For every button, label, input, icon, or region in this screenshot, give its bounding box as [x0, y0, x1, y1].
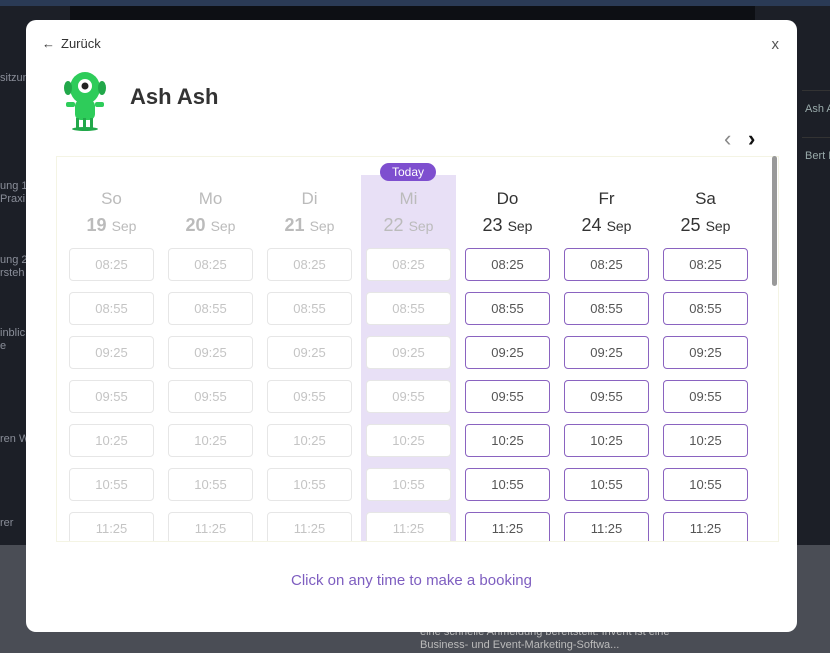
time-slot-button: 10:25: [69, 424, 154, 457]
time-slot-button[interactable]: 09:25: [663, 336, 748, 369]
time-slot-button: 08:25: [168, 248, 253, 281]
avatar: [64, 72, 106, 131]
time-slot-button: 08:55: [267, 292, 352, 325]
day-column-mo: Mo 20 Sep 08:25 08:55 09:25 09:55 10:25 10:55 11…: [163, 157, 258, 541]
time-slot-button: 08:25: [69, 248, 154, 281]
day-date: 24 Sep: [581, 215, 632, 235]
time-slot-button[interactable]: 11:25: [564, 512, 649, 541]
day-date: 21 Sep: [284, 215, 335, 235]
time-slot-button[interactable]: 08:25: [564, 248, 649, 281]
time-slot-button[interactable]: 10:25: [465, 424, 550, 457]
time-slot-button: 09:25: [366, 336, 451, 369]
time-slot-button: 08:25: [267, 248, 352, 281]
background-text: rer: [0, 517, 14, 529]
time-slot-button[interactable]: 11:25: [465, 512, 550, 541]
day-date: 25 Sep: [680, 215, 731, 235]
time-slot-button: 08:55: [69, 292, 154, 325]
time-slot-button: 10:25: [267, 424, 352, 457]
time-slot-button: 09:55: [267, 380, 352, 413]
next-week-button[interactable]: ›: [748, 128, 755, 150]
time-slot-button: 10:55: [366, 468, 451, 501]
time-slot-button[interactable]: 08:25: [663, 248, 748, 281]
time-slot-button: 11:25: [69, 512, 154, 541]
time-slot-button: 10:25: [168, 424, 253, 457]
background-text: ren W: [0, 433, 30, 445]
day-of-week: Mo: [198, 189, 223, 208]
background-text: ung 1: [0, 180, 28, 192]
day-column-sa: Sa 25 Sep 08:25 08:55 09:25 09:55 10:25 10:55 11…: [658, 157, 753, 541]
time-slot-button: 09:55: [366, 380, 451, 413]
booking-hint: Click on any time to make a booking: [291, 572, 532, 589]
day-date: 19 Sep: [86, 215, 137, 235]
time-slot-button[interactable]: 09:55: [564, 380, 649, 413]
background-text: rsteh: [0, 267, 25, 279]
time-slot-button[interactable]: 08:55: [465, 292, 550, 325]
time-slot-button: 10:55: [69, 468, 154, 501]
time-slot-button[interactable]: 11:25: [663, 512, 748, 541]
day-date: 22 Sep: [383, 215, 434, 235]
back-label: Zurück: [61, 36, 101, 51]
time-slot-button: 08:55: [366, 292, 451, 325]
time-slot-button: 10:25: [366, 424, 451, 457]
day-column-fr: Fr 24 Sep 08:25 08:55 09:25 09:55 10:25 10:55 11…: [559, 157, 654, 541]
day-date: 23 Sep: [482, 215, 533, 235]
time-slot-button: 09:25: [69, 336, 154, 369]
background-text: e: [0, 340, 7, 352]
day-of-week: Sa: [695, 189, 716, 208]
time-slot-button[interactable]: 10:55: [564, 468, 649, 501]
day-of-week: Fr: [598, 189, 615, 208]
background-text: Praxi: [0, 193, 26, 205]
day-of-week: Mi: [399, 189, 418, 208]
arrow-left-icon: ←: [42, 36, 55, 51]
time-slot-button[interactable]: 10:25: [663, 424, 748, 457]
day-of-week: Di: [301, 189, 318, 208]
calendar-grid: So 19 Sep 08:25 08:55 09:25 09:55 10:25 10:55 11…: [56, 156, 779, 542]
background-text: inblic: [0, 327, 26, 339]
day-of-week: So: [101, 189, 122, 208]
time-slot-button[interactable]: 08:25: [465, 248, 550, 281]
time-slot-button: 11:25: [267, 512, 352, 541]
day-of-week: Do: [496, 189, 519, 208]
time-slot-button[interactable]: 09:25: [465, 336, 550, 369]
today-badge: Today: [379, 163, 437, 181]
close-button[interactable]: x: [772, 36, 780, 53]
day-column-do: Do 23 Sep 08:25 08:55 09:25 09:55 10:25 10:55 11…: [460, 157, 555, 541]
background-text: sitzun: [0, 72, 29, 84]
time-slot-button: 10:55: [267, 468, 352, 501]
time-slot-button: 08:55: [168, 292, 253, 325]
prev-week-button[interactable]: ‹: [724, 128, 731, 150]
time-slot-button[interactable]: 09:55: [663, 380, 748, 413]
time-slot-button[interactable]: 09:25: [564, 336, 649, 369]
time-slot-button: 09:55: [168, 380, 253, 413]
time-slot-button: 09:25: [168, 336, 253, 369]
background-list-item: Ash A: [802, 90, 830, 134]
time-slot-button: 11:25: [168, 512, 253, 541]
background-list-item: Bert I: [802, 137, 830, 181]
day-date: 20 Sep: [185, 215, 236, 235]
time-slot-button[interactable]: 09:55: [465, 380, 550, 413]
scrollbar[interactable]: [772, 156, 777, 286]
time-slot-button[interactable]: 10:25: [564, 424, 649, 457]
background-text: Business- und Event-Marketing-Softwa...: [420, 639, 620, 651]
time-slot-button[interactable]: 10:55: [663, 468, 748, 501]
time-slot-button: 09:55: [69, 380, 154, 413]
host-name: Ash Ash: [130, 84, 219, 109]
day-column-so: So 19 Sep 08:25 08:55 09:25 09:55 10:25 10:55 11…: [64, 157, 159, 541]
time-slot-button: 08:25: [366, 248, 451, 281]
time-slot-button[interactable]: 10:55: [465, 468, 550, 501]
booking-modal: ← Zurück x Ash Ash ‹ › So 19 Sep 08:25 08:5…: [26, 20, 797, 632]
background-text: ung 2: [0, 254, 28, 266]
time-slot-button[interactable]: 08:55: [564, 292, 649, 325]
time-slot-button: 10:55: [168, 468, 253, 501]
day-column-di: Di 21 Sep 08:25 08:55 09:25 09:55 10:25 10:55 11…: [262, 157, 357, 541]
time-slot-button[interactable]: 08:55: [663, 292, 748, 325]
time-slot-button: 09:25: [267, 336, 352, 369]
day-column-mi: Mi 22 Sep 08:25 08:55 09:25 09:55 10:25 10:55 11…: [361, 175, 456, 541]
back-button[interactable]: ← Zurück: [42, 36, 101, 51]
time-slot-button: 11:25: [366, 512, 451, 541]
